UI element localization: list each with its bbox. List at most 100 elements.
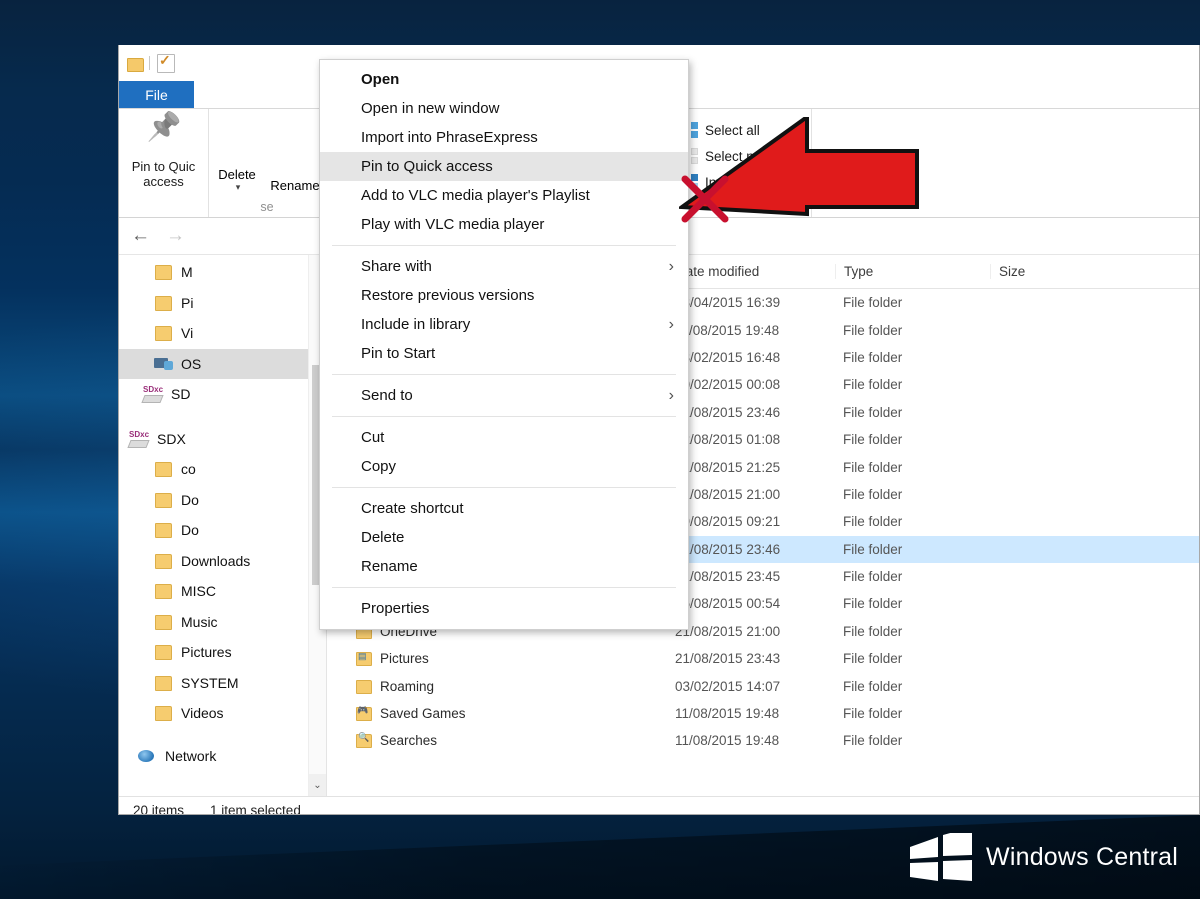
sidebar-item-misc[interactable]: MISC: [119, 576, 326, 607]
sidebar-item-label: SDX: [157, 430, 186, 447]
type-cell: File folder: [843, 432, 903, 448]
sidebar-item-videos[interactable]: Videos: [119, 698, 326, 729]
column-header-size[interactable]: Size: [990, 264, 1100, 279]
type-cell: File folder: [843, 733, 903, 749]
context-menu-item[interactable]: Rename: [320, 552, 688, 581]
sidebar-item-vi[interactable]: Vi: [119, 318, 326, 349]
table-row[interactable]: Searches 11/08/2015 19:48 File folder: [327, 727, 1199, 754]
pin-button-label-line1: Pin to Quic: [131, 159, 196, 174]
context-menu-item[interactable]: Open: [320, 65, 688, 94]
rename-button[interactable]: Rename: [265, 178, 325, 193]
forward-button[interactable]: →: [166, 225, 185, 247]
date-modified-cell: 03/02/2015 14:07: [675, 678, 781, 694]
properties-icon[interactable]: [157, 52, 175, 73]
file-name-cell: Pictures: [327, 651, 667, 667]
sidebar-item-label: OS: [181, 355, 202, 372]
sidebar-item-m[interactable]: M: [119, 257, 326, 288]
context-menu-item[interactable]: Open in new window: [320, 94, 688, 123]
context-menu-item[interactable]: Delete: [320, 523, 688, 552]
type-cell: File folder: [843, 569, 903, 585]
sidebar-item-do[interactable]: Do: [119, 515, 326, 546]
pin-to-quick-access-button[interactable]: Pin to Quic access: [119, 115, 208, 217]
context-menu-item[interactable]: Pin to Quick access: [320, 152, 688, 181]
tab-file[interactable]: File: [119, 81, 194, 108]
sidebar-item-label: SD: [171, 386, 191, 403]
watermark-text: Windows Central: [986, 842, 1178, 871]
context-menu-item-label: Properties: [361, 600, 430, 617]
date-modified-cell: 11/08/2015 19:48: [675, 706, 780, 722]
sidebar-item-label: Do: [181, 491, 199, 508]
ribbon-group-select-label: Select: [724, 200, 759, 214]
sidebar-item-music[interactable]: Music: [119, 607, 326, 638]
context-menu-item[interactable]: Properties: [320, 594, 688, 623]
sidebar-item-sdx[interactable]: SDxc SDX: [119, 424, 326, 455]
date-modified-cell: 21/08/2015 23:45: [675, 569, 781, 585]
delete-button-label: Delete: [218, 167, 256, 182]
folder-icon[interactable]: [127, 57, 144, 72]
date-modified-cell: 21/08/2015 21:25: [675, 459, 781, 475]
sidebar-item-do[interactable]: Do: [119, 485, 326, 516]
ribbon-filler: [812, 109, 1199, 217]
ribbon-group-select: Select all Select none Invert selection …: [672, 109, 812, 217]
delete-button[interactable]: Delete ▾: [209, 167, 265, 193]
file-name-label: Roaming: [380, 678, 435, 694]
back-button[interactable]: ←: [131, 225, 150, 247]
context-menu-item-label: Copy: [361, 458, 397, 475]
table-row[interactable]: Roaming 03/02/2015 14:07 File folder: [327, 672, 1199, 699]
sidebar-item-downloads[interactable]: Downloads: [119, 546, 326, 577]
context-menu-item[interactable]: Share with ›: [320, 252, 688, 281]
folder-search-icon: [355, 732, 372, 749]
folder-games-icon: [355, 705, 372, 722]
chevron-right-icon: ›: [668, 386, 674, 404]
column-header-type[interactable]: Type: [835, 264, 990, 279]
context-menu-item[interactable]: Create shortcut: [320, 494, 688, 523]
date-modified-cell: 21/08/2015 23:46: [675, 404, 781, 420]
folder-pictures-icon: [355, 651, 372, 667]
sidebar-item-co[interactable]: co: [119, 454, 326, 485]
date-modified-cell: 21/08/2015 23:46: [675, 541, 781, 557]
select-all-button[interactable]: Select all: [678, 117, 811, 143]
sidebar-item-pictures[interactable]: Pictures: [119, 637, 326, 668]
sidebar-item-pi[interactable]: Pi: [119, 288, 326, 319]
context-menu-item-label: Play with VLC media player: [361, 216, 545, 233]
pin-icon: [147, 121, 181, 159]
file-name-label: Saved Games: [380, 706, 466, 722]
context-menu-item[interactable]: Pin to Start: [320, 339, 688, 368]
sidebar-item-label: co: [181, 461, 196, 478]
invert-selection-button[interactable]: Invert selection: [678, 169, 811, 195]
sidebar-item-sd[interactable]: SDxc SD: [119, 379, 326, 410]
sidebar-item-network[interactable]: Network: [119, 741, 326, 772]
sidebar-item-label: Vi: [181, 325, 194, 342]
watermark: Windows Central: [910, 833, 1178, 881]
table-row[interactable]: Pictures 21/08/2015 23:43 File folder: [327, 645, 1199, 672]
context-menu-item-label: Import into PhraseExpress: [361, 129, 538, 146]
context-menu-item[interactable]: Play with VLC media player: [320, 210, 688, 239]
context-menu-item[interactable]: Cut: [320, 423, 688, 452]
context-menu-item[interactable]: Restore previous versions: [320, 281, 688, 310]
context-menu-item-label: Include in library: [361, 316, 471, 333]
type-cell: File folder: [843, 404, 903, 420]
table-row[interactable]: Saved Games 11/08/2015 19:48 File folder: [327, 700, 1199, 727]
context-menu-item[interactable]: Copy: [320, 452, 688, 481]
context-menu-item[interactable]: Add to VLC media player's Playlist: [320, 181, 688, 210]
chevron-down-icon[interactable]: ⌄: [309, 774, 326, 796]
context-menu-separator: [332, 587, 676, 588]
context-menu-item[interactable]: Import into PhraseExpress: [320, 123, 688, 152]
type-cell: File folder: [843, 514, 903, 530]
file-name-label: Pictures: [380, 651, 429, 667]
context-menu-item[interactable]: Include in library ›: [320, 310, 688, 339]
sidebar-item-label: SYSTEM: [181, 674, 239, 691]
select-none-button[interactable]: Select none: [678, 143, 811, 169]
folder-icon: [153, 460, 173, 478]
sidebar-item-os[interactable]: OS: [119, 348, 326, 379]
date-modified-cell: 21/08/2015 23:43: [675, 651, 781, 667]
delete-caret-icon[interactable]: ▾: [211, 182, 265, 193]
folder-music-icon: [153, 263, 173, 281]
type-cell: File folder: [843, 541, 903, 557]
folder-icon: [153, 552, 173, 570]
context-menu-item[interactable]: Send to ›: [320, 381, 688, 410]
folder-icon: [153, 674, 173, 692]
column-header-date-modified[interactable]: Date modified: [667, 264, 835, 279]
windows-logo-icon: [910, 833, 973, 881]
sidebar-item-system[interactable]: SYSTEM: [119, 668, 326, 699]
